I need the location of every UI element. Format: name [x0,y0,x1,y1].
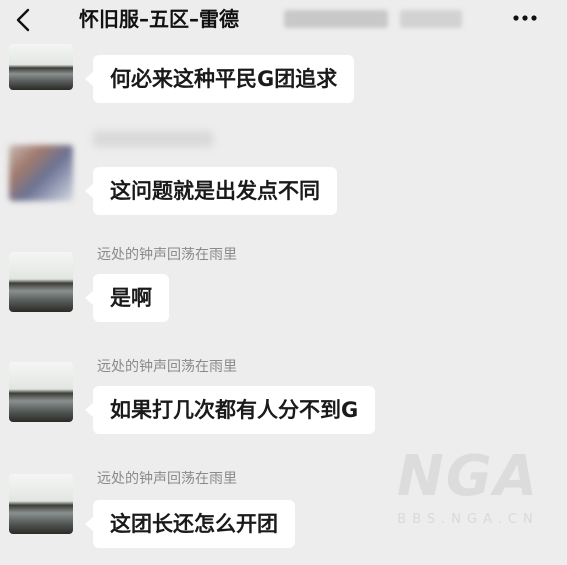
avatar[interactable] [9,145,73,201]
blurred-title-part [284,10,388,28]
message-bubble[interactable]: 这问题就是出发点不同 [85,167,337,215]
sender-name: 远处的钟声回荡在雨里 [97,247,237,263]
avatar[interactable] [9,252,73,312]
message-bubble[interactable]: 是啊 [85,274,169,322]
sender-name: 远处的钟声回荡在雨里 [97,359,237,375]
sender-name: 远处的钟声回荡在雨里 [97,471,237,487]
message-bubble[interactable]: 如果打几次都有人分不到G [84,386,376,434]
chat-title: 怀旧服–五区–雷德 [79,7,239,31]
avatar[interactable] [9,362,73,422]
chat-header: 怀旧服–五区–雷德 [0,0,567,40]
avatar[interactable] [9,474,73,534]
avatar[interactable] [9,44,73,90]
more-dots-icon[interactable] [511,8,539,28]
watermark: NGA BBS.NGA.CN [378,442,558,562]
message-bubble[interactable]: 这团长还怎么开团 [85,500,295,548]
blurred-title-part [400,10,462,28]
message-bubble[interactable]: 何必来这种平民G团追求 [84,55,355,103]
watermark-url: BBS.NGA.CN [397,512,539,527]
chevron-left-icon[interactable] [12,6,36,34]
watermark-logo: NGA [396,444,540,509]
blurred-sender-name [93,131,213,147]
